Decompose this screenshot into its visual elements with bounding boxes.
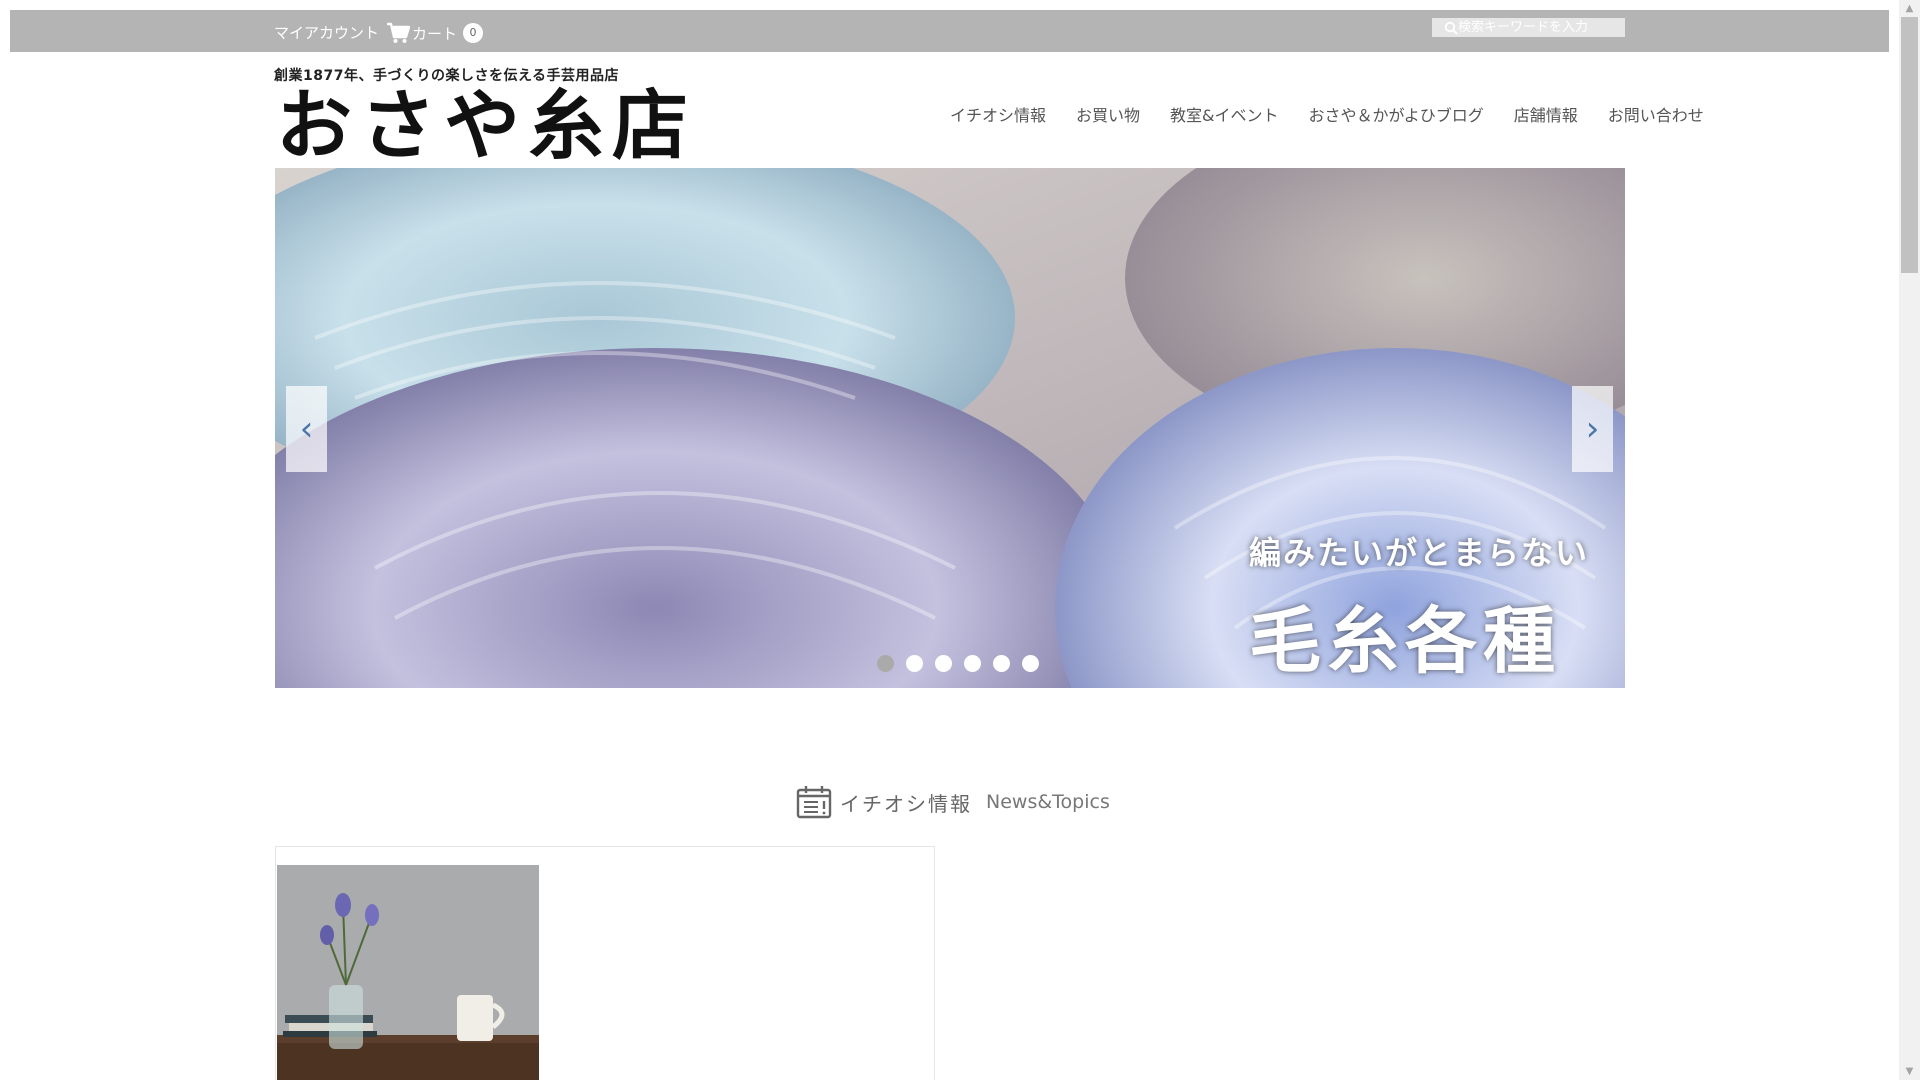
my-account-link[interactable]: マイアカウント [274, 22, 379, 43]
slider-next-button[interactable]: › [1572, 386, 1613, 472]
hero-caption-sub: 編みたいがとまらない [1248, 534, 1589, 572]
top-utility-bar: マイアカウント カート 0 [10, 10, 1889, 52]
slider-dot[interactable] [906, 655, 923, 672]
hero-caption-main: 毛糸各種 [1248, 598, 1561, 683]
scroll-down-arrow-icon[interactable]: ▼ [1899, 1063, 1920, 1080]
nav-item-blog[interactable]: おさや＆かがよひブログ [1309, 102, 1484, 126]
site-logo[interactable]: おさや糸店 [276, 86, 696, 166]
calendar-icon [796, 786, 832, 819]
news-card-image[interactable] [277, 865, 539, 1080]
chevron-left-icon: ‹ [299, 409, 314, 449]
search-input[interactable] [1458, 20, 1628, 35]
search-icon [1444, 21, 1458, 35]
nav-item-shopping[interactable]: お買い物 [1076, 102, 1140, 126]
slider-pagination [877, 655, 1039, 672]
chevron-right-icon: › [1585, 409, 1600, 449]
cart-count-badge: 0 [463, 23, 484, 43]
vertical-scrollbar[interactable]: ▲ ▼ [1899, 0, 1920, 1080]
scrollbar-thumb[interactable] [1901, 17, 1918, 273]
hero-slider[interactable]: ‹ › 編みたいがとまらない 毛糸各種 [275, 168, 1625, 688]
vase-photo [277, 865, 539, 1080]
hero-caption: 編みたいがとまらない 毛糸各種 [1249, 528, 1589, 687]
global-nav: イチオシ情報 お買い物 教室&イベント おさや＆かがよひブログ 店舗情報 お問い… [950, 102, 1704, 126]
slider-prev-button[interactable]: ‹ [286, 386, 327, 472]
news-card[interactable] [275, 846, 935, 1080]
scroll-up-arrow-icon[interactable]: ▲ [1899, 0, 1920, 17]
cart-link[interactable]: カート 0 [386, 22, 484, 44]
cart-label: カート [412, 24, 458, 43]
slider-dot[interactable] [935, 655, 952, 672]
nav-item-featured[interactable]: イチオシ情報 [950, 102, 1046, 126]
nav-item-classes-events[interactable]: 教室&イベント [1170, 102, 1278, 126]
slider-dot[interactable] [993, 655, 1010, 672]
section-title-en: News&Topics [986, 791, 1110, 813]
cart-icon [387, 22, 410, 43]
slider-dot[interactable] [1022, 655, 1039, 672]
news-section-heading: イチオシ情報 News&Topics [796, 785, 1110, 819]
section-title-jp: イチオシ情報 [840, 791, 972, 816]
page: マイアカウント カート 0 創業1877年、手づくりの楽しさを伝える手芸用品店 … [10, 10, 1889, 1080]
slider-dot[interactable] [877, 655, 894, 672]
nav-item-store-info[interactable]: 店舗情報 [1514, 102, 1578, 126]
nav-item-contact[interactable]: お問い合わせ [1608, 102, 1704, 126]
slider-dot[interactable] [964, 655, 981, 672]
search-box[interactable] [1432, 18, 1628, 37]
